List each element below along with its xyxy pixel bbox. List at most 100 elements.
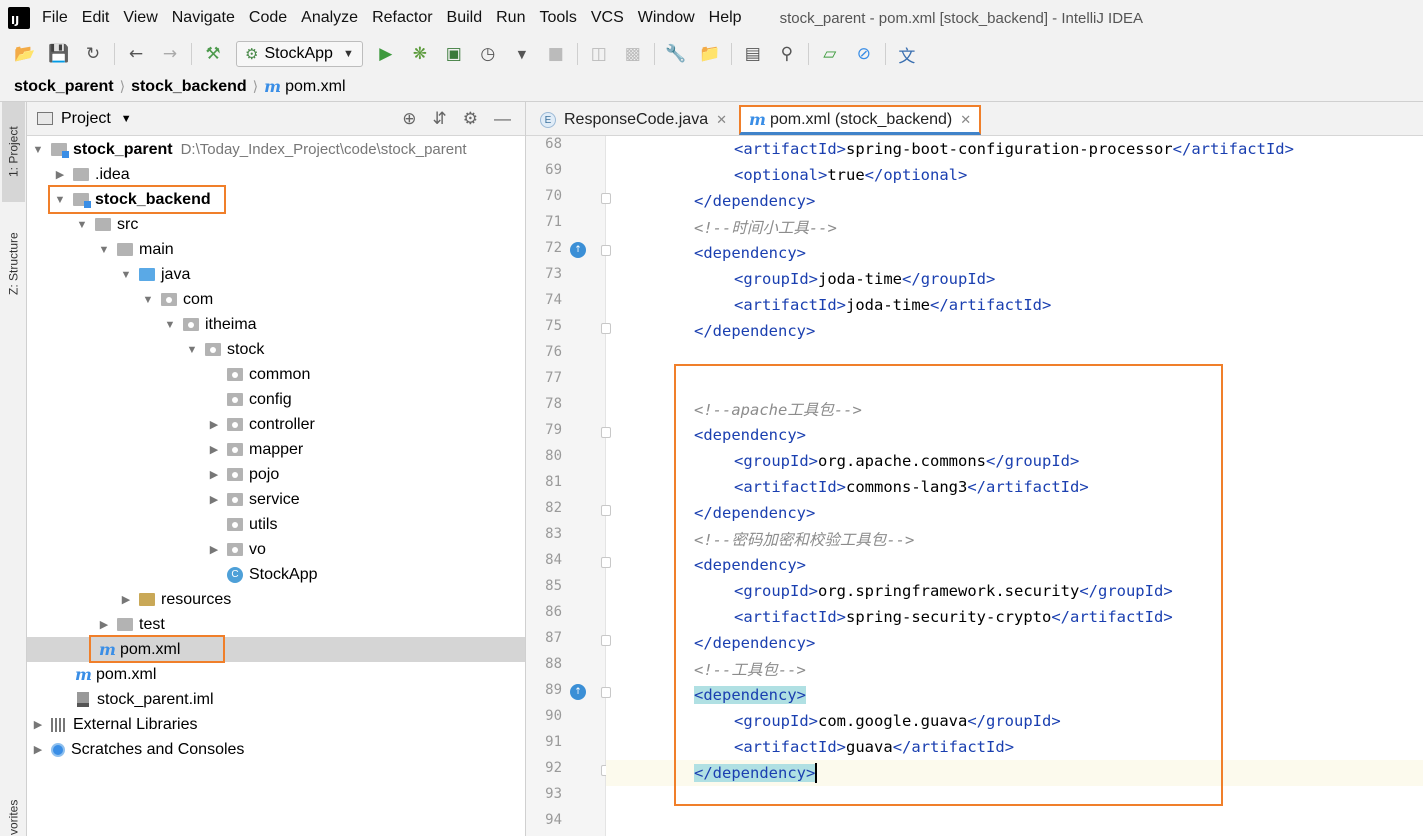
tree-item-config[interactable]: config [27,387,525,412]
xml-text: commons-lang3 [846,478,968,496]
sync-icon[interactable]: ↻ [82,43,104,65]
tree-item-idea[interactable]: ▶ .idea [27,162,525,187]
expand-arrow-icon[interactable]: ▼ [97,244,111,256]
collapse-arrow-icon[interactable]: ▶ [207,543,221,556]
disable-icon[interactable]: ⊘ [853,43,875,65]
tab-pom-xml[interactable]: m pom.xml (stock_backend) ✕ [739,105,982,135]
tree-item-stockapp[interactable]: C StockApp [27,562,525,587]
tree-item-iml[interactable]: stock_parent.iml [27,687,525,712]
breadcrumb-stock-backend[interactable]: stock_backend [131,78,247,96]
expand-arrow-icon[interactable]: ▼ [53,194,67,206]
tree-item-vo[interactable]: ▶ vo [27,537,525,562]
menu-analyze[interactable]: Analyze [301,9,358,27]
tree-item-external-libraries[interactable]: ▶ External Libraries [27,712,525,737]
tree-item-pojo[interactable]: ▶ pojo [27,462,525,487]
breadcrumb-stock-parent[interactable]: stock_parent [14,78,114,96]
collapse-arrow-icon[interactable]: ▶ [207,418,221,431]
tree-item-stock-backend[interactable]: ▼ stock_backend [27,187,525,212]
line-number-gutter[interactable]: 68 69 70 71 72 73 74 75 76 77 78 79 80 8… [526,136,611,836]
tree-item-stock[interactable]: ▼ stock [27,337,525,362]
dependency-update-icon[interactable]: ↑ [570,242,586,258]
tree-item-service[interactable]: ▶ service [27,487,525,512]
tree-item-java[interactable]: ▼ java [27,262,525,287]
expand-arrow-icon[interactable]: ▼ [185,344,199,356]
menu-help[interactable]: Help [709,9,742,27]
tree-item-common[interactable]: common [27,362,525,387]
collapse-arrow-icon[interactable]: ▶ [97,618,111,631]
gear-icon[interactable]: ⚙ [463,109,478,129]
menu-navigate[interactable]: Navigate [172,9,235,27]
settings-wrench-icon[interactable]: 🔧 [665,43,687,65]
collapse-arrow-icon[interactable]: ▶ [207,443,221,456]
tree-item-utils[interactable]: utils [27,512,525,537]
tree-item-parent-pom[interactable]: m pom.xml [27,662,525,687]
menu-run[interactable]: Run [496,9,525,27]
collapse-arrow-icon[interactable]: ▶ [207,493,221,506]
open-folder-icon[interactable]: 📂 [14,43,36,65]
build-hammer-icon[interactable]: ⚒ [202,43,224,65]
tree-item-main[interactable]: ▼ main [27,237,525,262]
menu-refactor[interactable]: Refactor [372,9,432,27]
terminal-icon[interactable]: ▤ [742,43,764,65]
project-panel-title[interactable]: Project [61,110,111,128]
expand-arrow-icon[interactable]: ▼ [119,269,133,281]
forward-icon[interactable]: → [159,43,181,65]
tree-item-scratches[interactable]: ▶ Scratches and Consoles [27,737,525,762]
statistics-icon[interactable]: ▱ [819,43,841,65]
collapse-arrow-icon[interactable]: ▶ [53,168,67,181]
deploy-icon[interactable]: ▩ [622,43,644,65]
collapse-arrow-icon[interactable]: ▶ [207,468,221,481]
code-editor[interactable]: < artifactId > spring-boot-configuration-pr… [606,136,1423,836]
tab-responsecode-java[interactable]: E ResponseCode.java ✕ [532,105,735,135]
chevron-down-icon[interactable]: ▼ [121,113,132,125]
locate-icon[interactable]: ⊕ [402,109,416,129]
expand-arrow-icon[interactable]: ▼ [75,219,89,231]
tree-item-backend-pom[interactable]: m pom.xml [27,637,525,662]
expand-arrow-icon[interactable]: ▼ [141,294,155,306]
menu-window[interactable]: Window [638,9,695,27]
tree-item-controller[interactable]: ▶ controller [27,412,525,437]
tool-tab-structure[interactable]: Z: Structure [2,214,25,314]
collapse-arrow-icon[interactable]: ▶ [119,593,133,606]
close-icon[interactable]: ✕ [960,112,971,128]
menu-edit[interactable]: Edit [82,9,110,27]
menu-code[interactable]: Code [249,9,287,27]
close-icon[interactable]: ✕ [716,112,727,128]
tree-item-mapper[interactable]: ▶ mapper [27,437,525,462]
menu-view[interactable]: View [123,9,157,27]
tree-item-com[interactable]: ▼ com [27,287,525,312]
expand-arrow-icon[interactable]: ▼ [31,144,45,156]
back-icon[interactable]: ← [125,43,147,65]
translate-icon[interactable]: 文 [896,43,918,67]
profile-dropdown-icon[interactable]: ▼ [511,43,533,65]
menu-vcs[interactable]: VCS [591,9,624,27]
attach-icon[interactable]: ◫ [588,43,610,65]
save-icon[interactable]: 💾 [48,43,70,65]
code-line-69: < optional > true </optional > [734,162,967,188]
breadcrumb-pom-xml[interactable]: pom.xml [285,78,345,96]
run-configuration-select[interactable]: ⚙ StockApp ▼ [236,41,363,67]
stop-icon[interactable]: ■ [545,43,567,65]
tree-item-src[interactable]: ▼ src [27,212,525,237]
coverage-icon[interactable]: ▣ [443,43,465,65]
collapse-all-icon[interactable]: ⇵ [433,109,447,129]
collapse-arrow-icon[interactable]: ▶ [31,743,45,756]
tree-item-resources[interactable]: ▶ resources [27,587,525,612]
tree-item-stock-parent[interactable]: ▼ stock_parent D:\Today_Index_Project\co… [27,137,525,162]
tool-tab-favorites[interactable]: vorites [2,792,25,836]
dependency-update-icon[interactable]: ↑ [570,684,586,700]
tree-item-itheima[interactable]: ▼ itheima [27,312,525,337]
menu-build[interactable]: Build [447,9,483,27]
debug-icon[interactable]: ❋ [409,43,431,65]
menu-tools[interactable]: Tools [539,9,576,27]
expand-arrow-icon[interactable]: ▼ [163,319,177,331]
menu-file[interactable]: File [42,9,68,27]
search-icon[interactable]: ⚲ [776,43,798,65]
hide-icon[interactable]: — [494,109,511,129]
tree-item-test[interactable]: ▶ test [27,612,525,637]
profile-icon[interactable]: ◷ [477,43,499,65]
tool-tab-project[interactable]: 1: Project [2,102,25,202]
run-icon[interactable]: ▶ [375,43,397,65]
project-structure-icon[interactable]: 📁 [699,43,721,65]
collapse-arrow-icon[interactable]: ▶ [31,718,45,731]
